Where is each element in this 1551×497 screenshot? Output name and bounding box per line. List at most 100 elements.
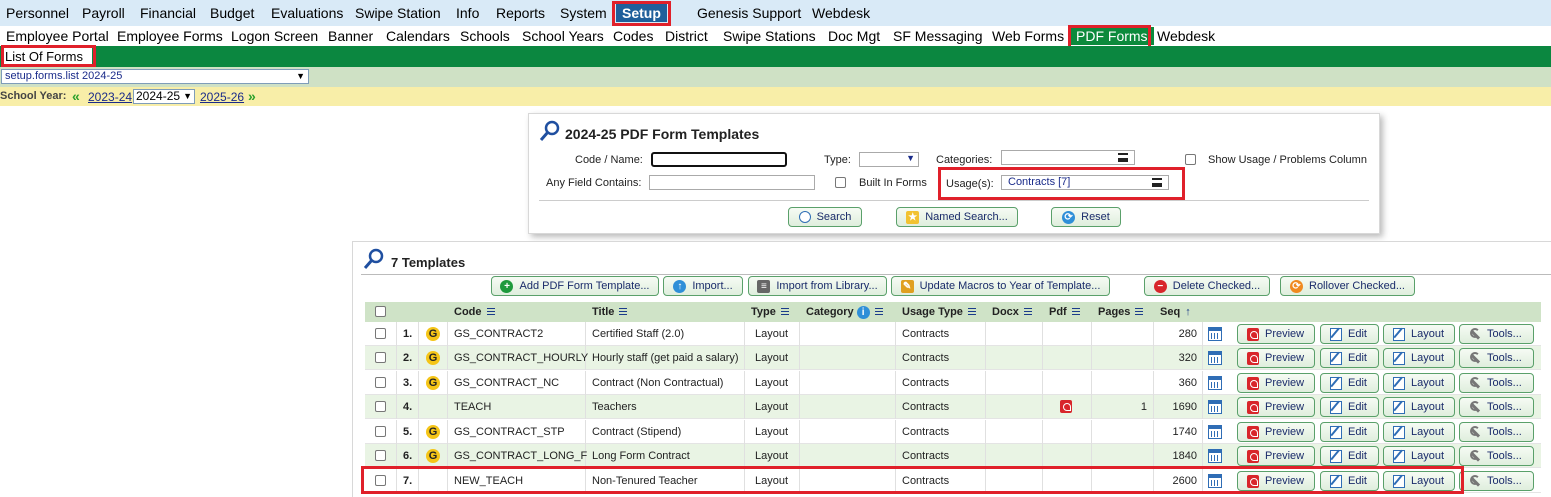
search-button[interactable]: Search <box>788 207 862 227</box>
submenu-district[interactable]: District <box>665 28 708 44</box>
col-pages[interactable]: Pages <box>1098 306 1144 318</box>
info-icon[interactable]: i <box>856 306 870 319</box>
layout-button[interactable]: Layout <box>1383 348 1455 368</box>
preview-button[interactable]: Preview <box>1237 471 1315 491</box>
calendar-icon[interactable] <box>1208 351 1222 365</box>
menu-info[interactable]: Info <box>456 5 479 21</box>
row-checkbox[interactable] <box>375 450 386 461</box>
preview-button[interactable]: Preview <box>1237 348 1315 368</box>
column-menu-icon[interactable] <box>486 308 495 315</box>
preview-button[interactable]: Preview <box>1237 446 1315 466</box>
code-name-input[interactable] <box>651 152 787 167</box>
any-field-input[interactable] <box>649 175 815 190</box>
prev-year-icon[interactable]: « <box>72 88 80 104</box>
layout-button[interactable]: Layout <box>1383 471 1455 491</box>
tab-list-of-forms[interactable]: List Of Forms <box>3 48 92 65</box>
menu-financial[interactable]: Financial <box>140 5 196 21</box>
categories-select[interactable] <box>1001 150 1135 165</box>
tools-button[interactable]: Tools... <box>1459 422 1534 442</box>
prev-year-link[interactable]: 2023-24 <box>88 90 132 104</box>
import-from-library-button[interactable]: ≡ Import from Library... <box>748 276 887 296</box>
submenu-webdesk[interactable]: Webdesk <box>1157 28 1215 44</box>
submenu-pdf-forms[interactable]: PDF Forms <box>1070 27 1154 45</box>
submenu-doc-mgt[interactable]: Doc Mgt <box>828 28 880 44</box>
menu-genesis-support[interactable]: Genesis Support <box>697 5 801 21</box>
tools-button[interactable]: Tools... <box>1459 348 1534 368</box>
tools-button[interactable]: Tools... <box>1459 373 1534 393</box>
submenu-employee-forms[interactable]: Employee Forms <box>117 28 223 44</box>
calendar-icon[interactable] <box>1208 376 1222 390</box>
layout-button[interactable]: Layout <box>1383 422 1455 442</box>
column-menu-icon[interactable] <box>874 308 883 315</box>
submenu-banner[interactable]: Banner <box>328 28 373 44</box>
col-seq[interactable]: Seq ↑ <box>1160 306 1191 318</box>
type-select[interactable]: ▼ <box>859 152 919 167</box>
calendar-icon[interactable] <box>1208 327 1222 341</box>
select-all-checkbox[interactable] <box>375 306 386 317</box>
row-checkbox[interactable] <box>375 377 386 388</box>
menu-budget[interactable]: Budget <box>210 5 254 21</box>
column-menu-icon[interactable] <box>1071 308 1080 315</box>
column-menu-icon[interactable] <box>1023 308 1032 315</box>
school-year-select[interactable]: 2024-25 ▼ <box>133 89 195 104</box>
update-macros-button[interactable]: ✎ Update Macros to Year of Template... <box>891 276 1110 296</box>
layout-button[interactable]: Layout <box>1383 446 1455 466</box>
reset-button[interactable]: ⟳ Reset <box>1051 207 1121 227</box>
layout-button[interactable]: Layout <box>1383 324 1455 344</box>
col-title[interactable]: Title <box>592 306 628 318</box>
delete-checked-button[interactable]: − Delete Checked... <box>1144 276 1270 296</box>
menu-personnel[interactable]: Personnel <box>6 5 69 21</box>
tools-button[interactable]: Tools... <box>1459 471 1534 491</box>
screen-select[interactable]: setup.forms.list 2024-25 ▼ <box>1 69 309 84</box>
edit-button[interactable]: Edit <box>1320 446 1379 466</box>
menu-system[interactable]: System <box>560 5 607 21</box>
column-menu-icon[interactable] <box>619 308 628 315</box>
edit-button[interactable]: Edit <box>1320 348 1379 368</box>
submenu-schools[interactable]: Schools <box>460 28 510 44</box>
row-checkbox[interactable] <box>375 328 386 339</box>
column-menu-icon[interactable] <box>967 308 976 315</box>
calendar-icon[interactable] <box>1208 400 1222 414</box>
edit-button[interactable]: Edit <box>1320 471 1379 491</box>
col-category[interactable]: Category i <box>806 306 883 319</box>
edit-button[interactable]: Edit <box>1320 422 1379 442</box>
menu-evaluations[interactable]: Evaluations <box>271 5 343 21</box>
menu-swipe-station[interactable]: Swipe Station <box>355 5 441 21</box>
preview-button[interactable]: Preview <box>1237 373 1315 393</box>
pdf-icon[interactable] <box>1060 400 1072 413</box>
preview-button[interactable]: Preview <box>1237 397 1315 417</box>
col-usage-type[interactable]: Usage Type <box>902 306 976 318</box>
submenu-logon-screen[interactable]: Logon Screen <box>231 28 318 44</box>
col-pdf[interactable]: Pdf <box>1049 306 1080 318</box>
import-button[interactable]: ↑ Import... <box>663 276 743 296</box>
next-year-link[interactable]: 2025-26 <box>200 90 244 104</box>
edit-button[interactable]: Edit <box>1320 324 1379 344</box>
submenu-sf-messaging[interactable]: SF Messaging <box>893 28 982 44</box>
layout-button[interactable]: Layout <box>1383 373 1455 393</box>
submenu-swipe-stations[interactable]: Swipe Stations <box>723 28 816 44</box>
col-code[interactable]: Code <box>454 306 495 318</box>
calendar-icon[interactable] <box>1208 449 1222 463</box>
column-menu-icon[interactable] <box>1135 308 1144 315</box>
menu-reports[interactable]: Reports <box>496 5 545 21</box>
submenu-calendars[interactable]: Calendars <box>386 28 450 44</box>
built-in-checkbox[interactable] <box>835 177 846 188</box>
layout-button[interactable]: Layout <box>1383 397 1455 417</box>
next-year-icon[interactable]: » <box>248 88 256 104</box>
preview-button[interactable]: Preview <box>1237 324 1315 344</box>
calendar-icon[interactable] <box>1208 425 1222 439</box>
calendar-icon[interactable] <box>1208 474 1222 488</box>
tools-button[interactable]: Tools... <box>1459 397 1534 417</box>
submenu-web-forms[interactable]: Web Forms <box>992 28 1064 44</box>
column-menu-icon[interactable] <box>780 308 789 315</box>
col-type[interactable]: Type <box>751 306 789 318</box>
menu-setup[interactable]: Setup <box>616 4 667 22</box>
show-usage-checkbox[interactable] <box>1185 154 1196 165</box>
preview-button[interactable]: Preview <box>1237 422 1315 442</box>
row-checkbox[interactable] <box>375 475 386 486</box>
col-docx[interactable]: Docx <box>992 306 1032 318</box>
tools-button[interactable]: Tools... <box>1459 324 1534 344</box>
submenu-codes[interactable]: Codes <box>613 28 653 44</box>
submenu-employee-portal[interactable]: Employee Portal <box>6 28 109 44</box>
row-checkbox[interactable] <box>375 426 386 437</box>
